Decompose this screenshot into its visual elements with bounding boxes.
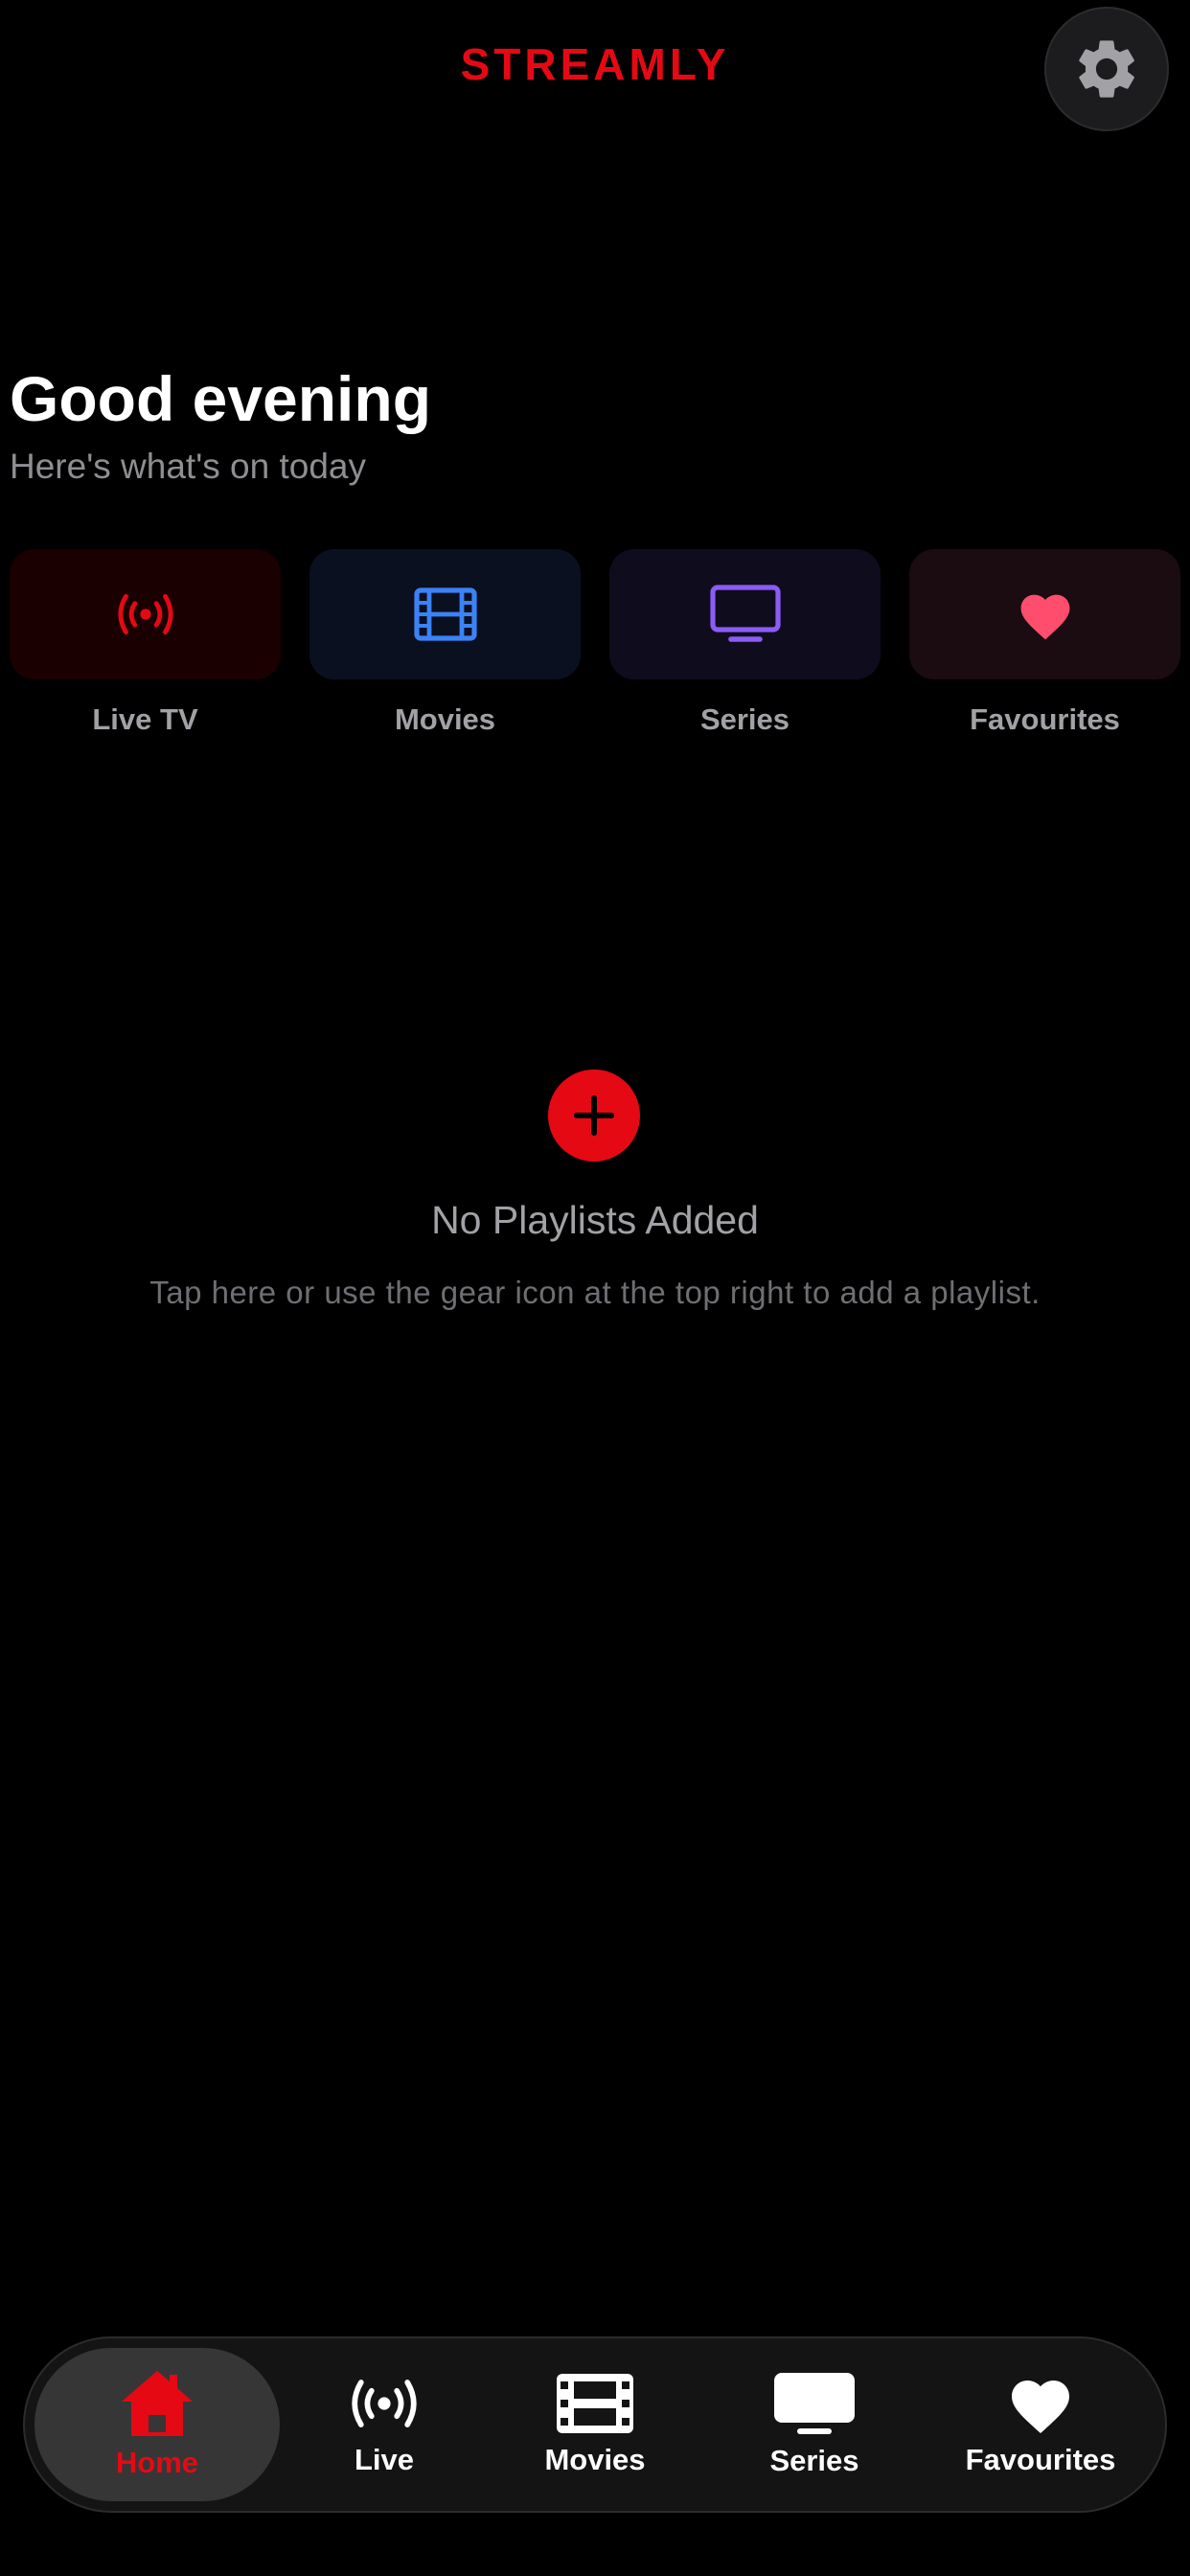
tv-icon (709, 585, 781, 642)
home-icon (122, 2371, 193, 2436)
tab-series[interactable]: Series (733, 2338, 896, 2511)
gear-icon (1079, 40, 1134, 98)
broadcast-icon (352, 2380, 417, 2427)
category-label-live-tv: Live TV (92, 702, 198, 736)
settings-button[interactable] (1044, 7, 1169, 131)
category-label-series: Series (699, 702, 790, 736)
heart-icon (1020, 594, 1069, 640)
greeting-subtitle: Here's what's on today (10, 447, 366, 486)
tab-live[interactable]: Live (303, 2338, 466, 2511)
tab-label-favourites: Favourites (965, 2443, 1116, 2476)
tab-movies[interactable]: Movies (514, 2338, 676, 2511)
category-tile-movies[interactable] (309, 549, 581, 679)
empty-state-title: No Playlists Added (431, 1198, 759, 1242)
film-icon (557, 2374, 633, 2433)
tab-label-series: Series (769, 2444, 859, 2477)
bottom-tab-bar: Home Live Movies Series Favourites (23, 2336, 1167, 2513)
empty-state-message[interactable]: Tap here or use the gear icon at the top… (0, 1275, 1190, 1311)
tv-icon (774, 2373, 855, 2434)
tab-label-live: Live (354, 2443, 415, 2476)
tab-home[interactable]: Home (34, 2348, 280, 2501)
tab-favourites[interactable]: Favourites (945, 2338, 1136, 2511)
tab-label-movies: Movies (544, 2443, 646, 2476)
app-brand-title: STREAMLY (460, 39, 730, 89)
plus-icon (574, 1095, 614, 1136)
film-icon (413, 587, 477, 641)
category-tile-favourites[interactable] (909, 549, 1180, 679)
broadcast-icon (117, 593, 173, 635)
greeting-title: Good evening (10, 363, 432, 434)
category-tile-series[interactable] (609, 549, 881, 679)
heart-icon (1012, 2380, 1069, 2434)
add-playlist-button[interactable] (548, 1070, 640, 1162)
category-label-movies: Movies (394, 702, 496, 736)
tab-label-home: Home (115, 2446, 199, 2479)
category-tile-live-tv[interactable] (10, 549, 281, 679)
category-label-favourites: Favourites (970, 702, 1120, 736)
